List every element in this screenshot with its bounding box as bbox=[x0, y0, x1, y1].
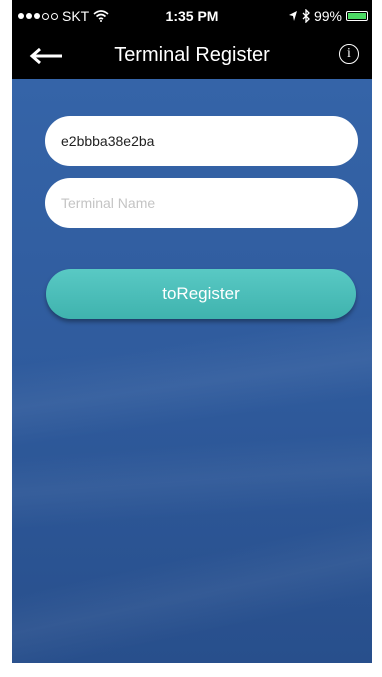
location-arrow-icon bbox=[288, 11, 297, 21]
page-title: Terminal Register bbox=[114, 44, 270, 66]
status-right: 99% bbox=[288, 8, 368, 24]
phone-screen: SKT 1:35 PM 99% Terminal Register i e2bb… bbox=[12, 0, 372, 663]
terminal-name-field[interactable]: Terminal Name bbox=[45, 178, 358, 228]
battery-icon bbox=[346, 11, 368, 21]
info-icon[interactable]: i bbox=[339, 44, 359, 64]
terminal-id-field[interactable]: e2bbba38e2ba bbox=[45, 116, 358, 166]
content-area: e2bbba38e2ba Terminal Name toRegister bbox=[12, 79, 372, 663]
bluetooth-icon bbox=[302, 9, 310, 23]
nav-bar: Terminal Register i bbox=[12, 34, 372, 79]
register-button[interactable]: toRegister bbox=[46, 269, 356, 319]
battery-percent: 99% bbox=[313, 8, 342, 24]
battery-fill bbox=[348, 13, 366, 19]
status-bar: SKT 1:35 PM 99% bbox=[12, 0, 372, 34]
